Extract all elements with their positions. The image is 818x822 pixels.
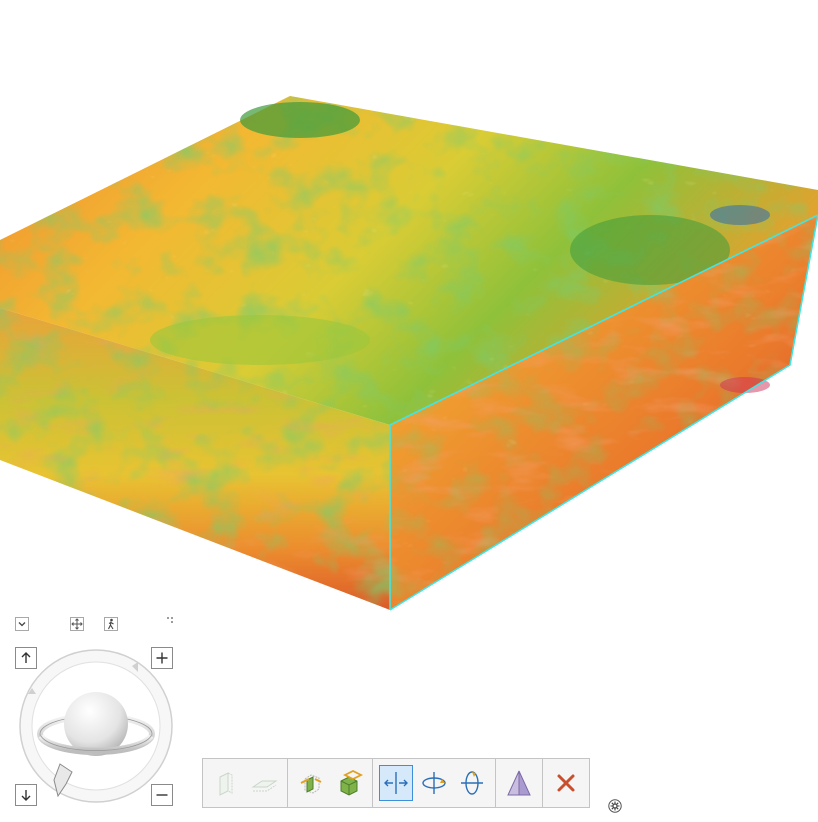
grip-icon[interactable]	[166, 616, 174, 624]
inline-section-icon	[300, 774, 322, 794]
vertical-slice-button[interactable]	[209, 765, 243, 801]
rotate-section-button[interactable]	[417, 765, 451, 801]
section-type-group	[287, 758, 373, 808]
walk-mode-button[interactable]	[104, 617, 118, 631]
horizontal-slice-button[interactable]	[247, 765, 281, 801]
cube-section-icon	[340, 769, 363, 796]
section-toolbar	[202, 758, 590, 810]
chevron-down-icon	[18, 622, 26, 627]
cube-section-button[interactable]	[332, 765, 366, 801]
flip-section-icon	[507, 770, 531, 796]
move-section-icon	[384, 772, 408, 794]
tilt-section-button[interactable]	[455, 765, 489, 801]
close-icon	[557, 774, 575, 792]
walk-mode-icon	[108, 618, 114, 630]
navigation-wheel[interactable]	[14, 648, 178, 808]
flip-tools-group	[495, 758, 543, 808]
flip-section-button[interactable]	[502, 765, 536, 801]
close-group	[542, 758, 590, 808]
rotate-section-icon	[422, 772, 446, 794]
gear-icon[interactable]	[608, 799, 622, 813]
full-extent-icon	[71, 618, 83, 630]
collapse-button[interactable]	[15, 617, 29, 631]
move-section-button[interactable]	[379, 765, 413, 801]
manipulation-tools-group	[372, 758, 496, 808]
inline-section-button[interactable]	[294, 765, 328, 801]
close-section-button[interactable]	[549, 765, 583, 801]
horizontal-slice-icon	[251, 780, 278, 792]
slice-tools-group	[202, 758, 288, 808]
vertical-slice-icon	[219, 772, 233, 796]
tilt-section-icon	[461, 771, 483, 795]
full-extent-button[interactable]	[70, 617, 84, 631]
